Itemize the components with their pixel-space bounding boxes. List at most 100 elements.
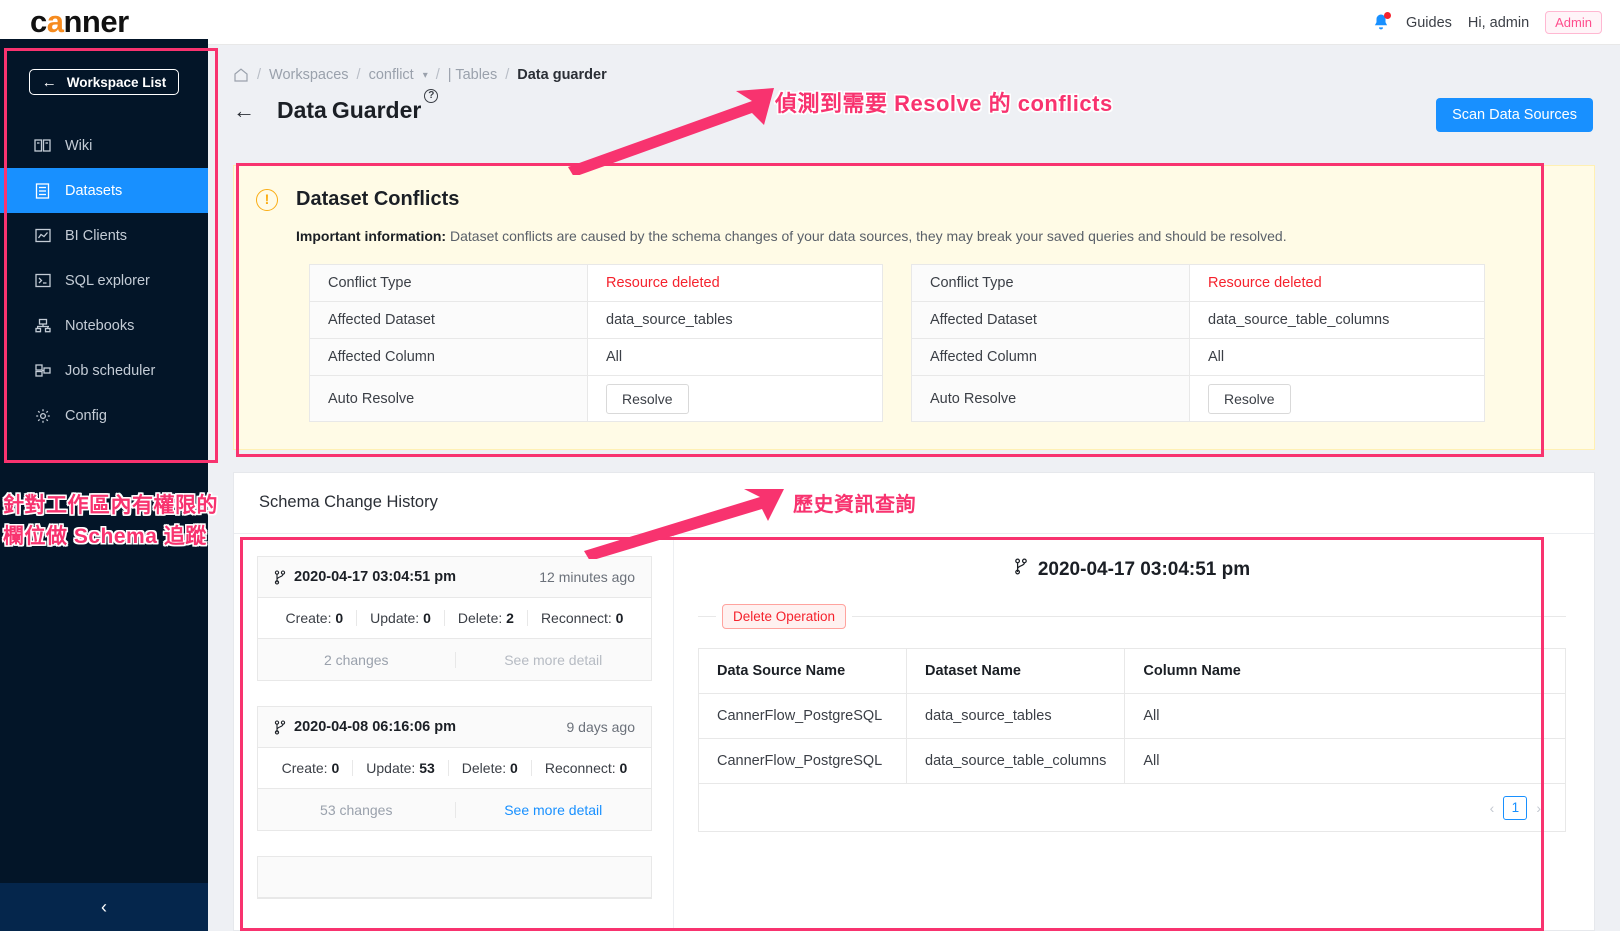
stat-create: Create: 0 <box>269 760 354 776</box>
table-row: CannerFlow_PostgreSQL data_source_table_… <box>698 738 1566 784</box>
user-greeting[interactable]: Hi, admin <box>1468 15 1529 31</box>
pagination-page-1[interactable]: 1 <box>1503 795 1528 820</box>
pagination-cell: ‹ 1 › <box>698 783 1566 832</box>
scan-data-sources-button[interactable]: Scan Data Sources <box>1436 98 1593 132</box>
page-back-button[interactable]: ← <box>233 99 255 122</box>
sidebar-item-bi-clients[interactable]: BI Clients <box>0 213 208 258</box>
see-more-detail-link[interactable]: See more detail <box>454 651 652 668</box>
sidebar-item-wiki[interactable]: Wiki <box>0 123 208 168</box>
page-title-part1: Data <box>277 97 327 123</box>
breadcrumb-tables[interactable]: | Tables <box>448 67 497 83</box>
row-label: Auto Resolve <box>309 375 588 422</box>
row-label: Auto Resolve <box>911 375 1190 422</box>
notification-bell-icon[interactable] <box>1372 11 1391 33</box>
table-pagination-row: ‹ 1 › <box>698 783 1566 832</box>
divider-line <box>852 616 1566 617</box>
sidebar-item-label: Config <box>65 407 107 424</box>
chart-icon <box>34 227 51 244</box>
conflict-card: Conflict Type Resource deleted Affected … <box>911 264 1485 422</box>
changes-count: 2 changes <box>323 651 389 668</box>
cell-dataset: data_source_table_columns <box>906 738 1126 784</box>
sidebar-item-label: Job scheduler <box>65 362 156 379</box>
annotation-text-sidebar-line1: 針對工作區內有權限的 <box>3 494 218 517</box>
notification-dot <box>1383 11 1391 19</box>
column-header-column: Column Name <box>1124 648 1566 694</box>
schedule-icon <box>34 362 51 379</box>
history-card-timestamp: 2020-04-08 06:16:06 pm <box>274 719 456 735</box>
dataset-conflicts-panel: ! Dataset Conflicts Important informatio… <box>233 165 1595 450</box>
chevron-down-icon[interactable]: ▾ <box>423 70 428 81</box>
guides-link[interactable]: Guides <box>1406 15 1452 31</box>
breadcrumb-workspace-name[interactable]: conflict <box>369 67 414 83</box>
operation-badge: Delete Operation <box>722 604 847 629</box>
row-label: Affected Column <box>911 338 1190 376</box>
history-card[interactable]: 2020-04-17 03:04:51 pm 12 minutes ago Cr… <box>257 556 652 681</box>
history-card-partial[interactable] <box>257 856 652 899</box>
stat-delete: Delete: 2 <box>445 610 528 626</box>
row-label: Affected Column <box>309 338 588 376</box>
affected-column-value: All <box>1208 349 1225 365</box>
history-card-footer: 53 changes See more detail <box>258 789 651 830</box>
history-card[interactable]: 2020-04-08 06:16:06 pm 9 days ago Create… <box>257 706 652 831</box>
table-row: CannerFlow_PostgreSQL data_source_tables… <box>698 693 1566 739</box>
git-branch-icon <box>274 569 286 585</box>
sidebar-item-config[interactable]: Config <box>0 393 208 438</box>
detail-table: Data Source Name Dataset Name Column Nam… <box>698 648 1566 832</box>
sidebar-item-notebooks[interactable]: Notebooks <box>0 303 208 348</box>
row-label: Affected Dataset <box>309 301 588 339</box>
affected-dataset-value: data_source_tables <box>606 312 733 328</box>
detail-timestamp: 2020-04-17 03:04:51 pm <box>698 558 1566 581</box>
logo-text: canner <box>30 3 129 39</box>
table-row: Conflict Type Resource deleted <box>309 264 883 302</box>
resolve-button[interactable]: Resolve <box>606 383 689 414</box>
conflict-cards: Conflict Type Resource deleted Affected … <box>309 264 1594 422</box>
canner-logo[interactable]: canner <box>30 4 129 38</box>
sidebar-item-datasets[interactable]: Datasets <box>0 168 208 213</box>
cell-data-source: CannerFlow_PostgreSQL <box>698 738 907 784</box>
database-icon <box>34 182 51 199</box>
table-row: Conflict Type Resource deleted <box>911 264 1485 302</box>
annotation-text-conflicts: 偵測到需要 Resolve 的 conflicts <box>775 91 1113 116</box>
sidebar-item-label: Notebooks <box>65 317 135 334</box>
see-more-detail-link[interactable]: See more detail <box>454 801 652 818</box>
history-card-stats: Create: 0 Update: 53 Delete: 0 Reconnect… <box>258 748 651 789</box>
affected-dataset-value: data_source_table_columns <box>1208 312 1390 328</box>
conflict-type-value: Resource deleted <box>1208 275 1322 291</box>
conflicts-note: Important information: Dataset conflicts… <box>296 228 1594 244</box>
pagination-prev[interactable]: ‹ <box>1490 800 1495 816</box>
pagination-next[interactable]: › <box>1536 800 1541 816</box>
git-branch-icon <box>274 719 286 735</box>
history-body: 2020-04-17 03:04:51 pm 12 minutes ago Cr… <box>234 533 1594 931</box>
sidebar-item-sql-explorer[interactable]: SQL explorer <box>0 258 208 303</box>
stat-create: Create: 0 <box>273 610 358 626</box>
divider-line <box>698 616 716 617</box>
annotation-text-sidebar-line2: 欄位做 Schema 追蹤 <box>3 525 207 548</box>
role-badge: Admin <box>1545 11 1602 34</box>
question-circle-icon[interactable]: ? <box>424 89 439 103</box>
app-root: canner Guides Hi, admin Admin ← Workspac… <box>0 0 1620 931</box>
breadcrumb-workspaces[interactable]: Workspaces <box>269 67 349 83</box>
history-card-stats: Create: 0 Update: 0 Delete: 2 Reconnect:… <box>258 598 651 639</box>
conflicts-title: Dataset Conflicts <box>296 188 460 210</box>
git-branch-icon <box>1014 558 1028 581</box>
sidebar-item-job-scheduler[interactable]: Job scheduler <box>0 348 208 393</box>
notebook-icon <box>34 317 51 334</box>
history-card-header: 2020-04-08 06:16:06 pm 9 days ago <box>258 707 651 748</box>
changes-count: 53 changes <box>320 801 393 818</box>
book-icon <box>34 137 51 154</box>
cell-column: All <box>1124 693 1566 739</box>
stat-update: Update: 0 <box>357 610 445 626</box>
history-card-relative-time: 9 days ago <box>566 719 636 735</box>
sidebar-collapse-button[interactable]: ‹ <box>0 883 208 931</box>
resolve-button[interactable]: Resolve <box>1208 383 1291 414</box>
sidebar: ← Workspace List Wiki Datasets BI Client… <box>0 39 208 931</box>
row-label: Conflict Type <box>309 264 588 302</box>
history-detail-panel: 2020-04-17 03:04:51 pm Delete Operation … <box>674 534 1594 931</box>
home-icon[interactable] <box>233 67 249 83</box>
workspace-list-label: Workspace List <box>66 74 167 90</box>
workspace-list-button[interactable]: ← Workspace List <box>29 69 179 95</box>
table-header-row: Data Source Name Dataset Name Column Nam… <box>698 648 1566 694</box>
conflict-type-value: Resource deleted <box>606 275 720 291</box>
history-card-header: 2020-04-17 03:04:51 pm 12 minutes ago <box>258 557 651 598</box>
history-card-header <box>258 857 651 898</box>
